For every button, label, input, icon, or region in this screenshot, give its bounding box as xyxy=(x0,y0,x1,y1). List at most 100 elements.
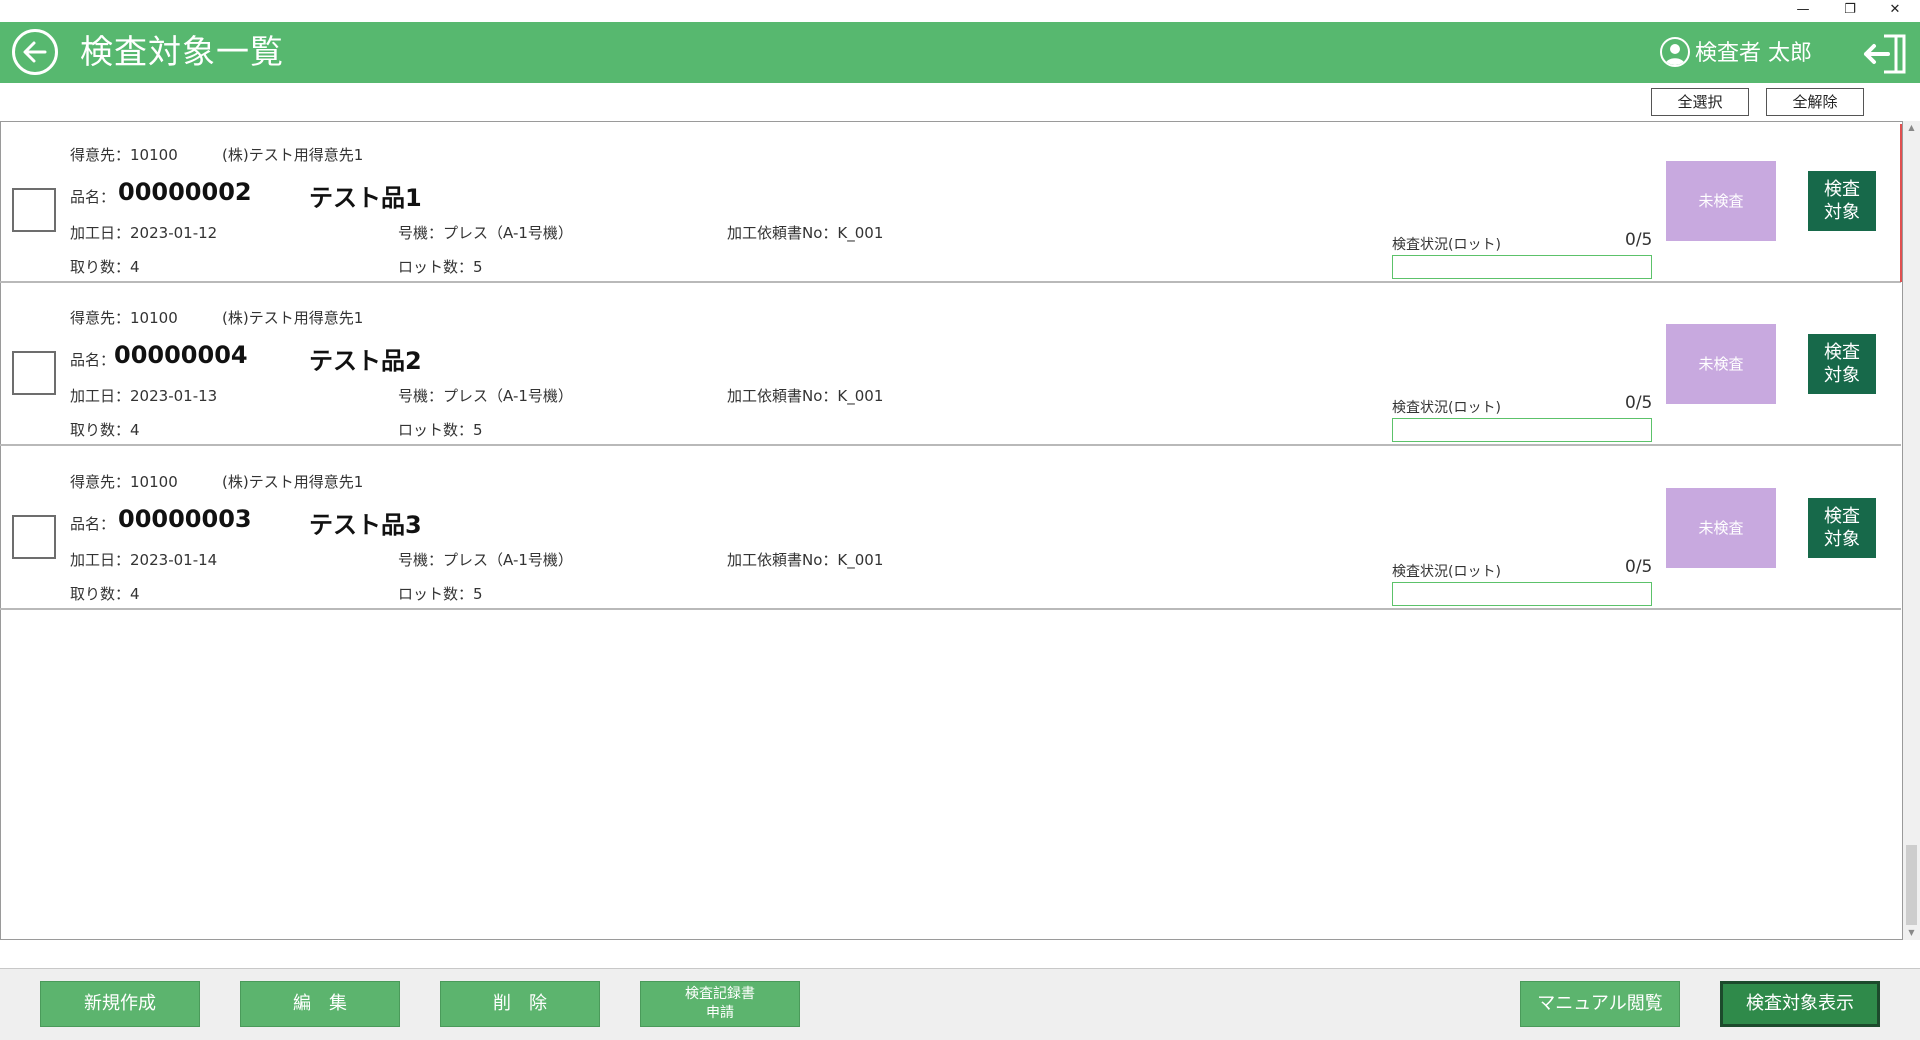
date-label: 加工日： xyxy=(70,224,131,242)
edit-button[interactable]: 編 集 xyxy=(240,981,400,1027)
machine-line: 号機：プレス（A-1号機） xyxy=(398,549,573,570)
show-targets-button[interactable]: 検査対象表示 xyxy=(1720,981,1880,1027)
record-request-button[interactable]: 検査記録書 申請 xyxy=(640,981,800,1027)
lots-value: 5 xyxy=(473,585,483,603)
machine-label: 号機： xyxy=(398,387,444,405)
customer-code: 10100 xyxy=(130,473,178,491)
customer-label: 得意先： xyxy=(70,309,131,327)
list-item: 得意先：10100 (株)テスト用得意先1 品名： 00000002 テスト品1… xyxy=(0,122,1901,283)
takes-value: 4 xyxy=(130,585,140,603)
customer-code: 10100 xyxy=(130,146,178,164)
list-item: 得意先：10100 (株)テスト用得意先1 品名： 00000004 テスト品2… xyxy=(0,285,1901,446)
product-code: 00000002 xyxy=(118,178,252,206)
manual-button[interactable]: マニュアル閲覧 xyxy=(1520,981,1680,1027)
logout-icon[interactable] xyxy=(1862,32,1910,76)
inspect-target-button[interactable]: 検査 対象 xyxy=(1808,498,1876,558)
lots-label: ロット数： xyxy=(398,585,474,603)
customer-code: 10100 xyxy=(130,309,178,327)
product-code: 00000003 xyxy=(118,505,252,533)
customer-name: (株)テスト用得意先1 xyxy=(222,146,364,164)
scroll-up-icon[interactable]: ▲ xyxy=(1903,121,1920,135)
lots-line: ロット数：5 xyxy=(398,583,483,604)
user-name: 検査者 太郎 xyxy=(1695,41,1812,66)
request-line: 加工依頼書No：K_001 xyxy=(727,385,883,406)
arrow-left-circle-icon[interactable] xyxy=(12,29,58,75)
delete-button[interactable]: 削 除 xyxy=(440,981,600,1027)
product-label: 品名： xyxy=(70,515,116,533)
request-no: K_001 xyxy=(837,387,884,405)
date-line: 加工日：2023-01-14 xyxy=(70,549,217,570)
status-badge: 未検査 xyxy=(1666,324,1776,404)
machine-value: プレス（A-1号機） xyxy=(443,224,573,242)
processing-date: 2023-01-12 xyxy=(130,224,218,242)
request-line: 加工依頼書No：K_001 xyxy=(727,222,883,243)
record-request-line1: 検査記録書 xyxy=(685,986,755,1002)
product-label: 品名： xyxy=(70,351,116,369)
request-label: 加工依頼書No： xyxy=(727,387,838,405)
record-request-line2: 申請 xyxy=(706,1005,734,1021)
processing-date: 2023-01-13 xyxy=(130,387,218,405)
processing-date: 2023-01-14 xyxy=(130,551,218,569)
status-badge: 未検査 xyxy=(1666,161,1776,241)
machine-label: 号機： xyxy=(398,224,444,242)
progress-bar xyxy=(1392,418,1652,442)
inspect-target-button[interactable]: 検査 対象 xyxy=(1808,334,1876,394)
machine-value: プレス（A-1号機） xyxy=(443,387,573,405)
product-name: テスト品3 xyxy=(309,511,422,539)
progress-count: 0/5 xyxy=(1625,557,1653,577)
status-badge: 未検査 xyxy=(1666,488,1776,568)
date-line: 加工日：2023-01-13 xyxy=(70,385,217,406)
close-icon[interactable]: ✕ xyxy=(1875,0,1915,22)
minimize-icon[interactable]: — xyxy=(1783,0,1823,22)
takes-line: 取り数：4 xyxy=(70,583,140,604)
customer-line: 得意先：10100 xyxy=(70,307,178,328)
machine-line: 号機：プレス（A-1号機） xyxy=(398,385,573,406)
takes-value: 4 xyxy=(130,258,140,276)
lots-label: ロット数： xyxy=(398,258,474,276)
status-label: 検査状況(ロット) xyxy=(1392,237,1501,253)
progress-count: 0/5 xyxy=(1625,230,1653,250)
takes-label: 取り数： xyxy=(70,421,131,439)
date-line: 加工日：2023-01-12 xyxy=(70,222,217,243)
lots-line: ロット数：5 xyxy=(398,256,483,277)
product-name: テスト品1 xyxy=(309,184,422,212)
app-header xyxy=(0,22,1920,83)
machine-label: 号機： xyxy=(398,551,444,569)
progress-bar xyxy=(1392,255,1652,279)
scroll-down-icon[interactable]: ▼ xyxy=(1903,926,1920,940)
date-label: 加工日： xyxy=(70,551,131,569)
request-line: 加工依頼書No：K_001 xyxy=(727,549,883,570)
vertical-scrollbar[interactable] xyxy=(1903,121,1920,940)
product-name: テスト品2 xyxy=(309,347,422,375)
new-button[interactable]: 新規作成 xyxy=(40,981,200,1027)
scrollbar-thumb[interactable] xyxy=(1906,845,1917,925)
customer-name: (株)テスト用得意先1 xyxy=(222,309,364,327)
lots-value: 5 xyxy=(473,258,483,276)
item-checkbox[interactable] xyxy=(12,188,56,232)
customer-line: 得意先：10100 xyxy=(70,471,178,492)
customer-line: 得意先：10100 xyxy=(70,144,178,165)
takes-line: 取り数：4 xyxy=(70,256,140,277)
request-no: K_001 xyxy=(837,551,884,569)
product-code: 00000004 xyxy=(114,341,248,369)
item-checkbox[interactable] xyxy=(12,515,56,559)
progress-count: 0/5 xyxy=(1625,393,1653,413)
request-no: K_001 xyxy=(837,224,884,242)
takes-label: 取り数： xyxy=(70,258,131,276)
inspect-target-button[interactable]: 検査 対象 xyxy=(1808,171,1876,231)
customer-label: 得意先： xyxy=(70,146,131,164)
status-label: 検査状況(ロット) xyxy=(1392,400,1501,416)
page-title: 検査対象一覧 xyxy=(80,32,284,71)
user-icon xyxy=(1660,37,1690,67)
machine-line: 号機：プレス（A-1号機） xyxy=(398,222,573,243)
restore-icon[interactable]: ❐ xyxy=(1830,0,1870,22)
customer-name: (株)テスト用得意先1 xyxy=(222,473,364,491)
lots-label: ロット数： xyxy=(398,421,474,439)
request-label: 加工依頼書No： xyxy=(727,551,838,569)
customer-label: 得意先： xyxy=(70,473,131,491)
request-label: 加工依頼書No： xyxy=(727,224,838,242)
takes-label: 取り数： xyxy=(70,585,131,603)
item-checkbox[interactable] xyxy=(12,351,56,395)
deselect-all-button[interactable]: 全解除 xyxy=(1766,88,1864,116)
select-all-button[interactable]: 全選択 xyxy=(1651,88,1749,116)
